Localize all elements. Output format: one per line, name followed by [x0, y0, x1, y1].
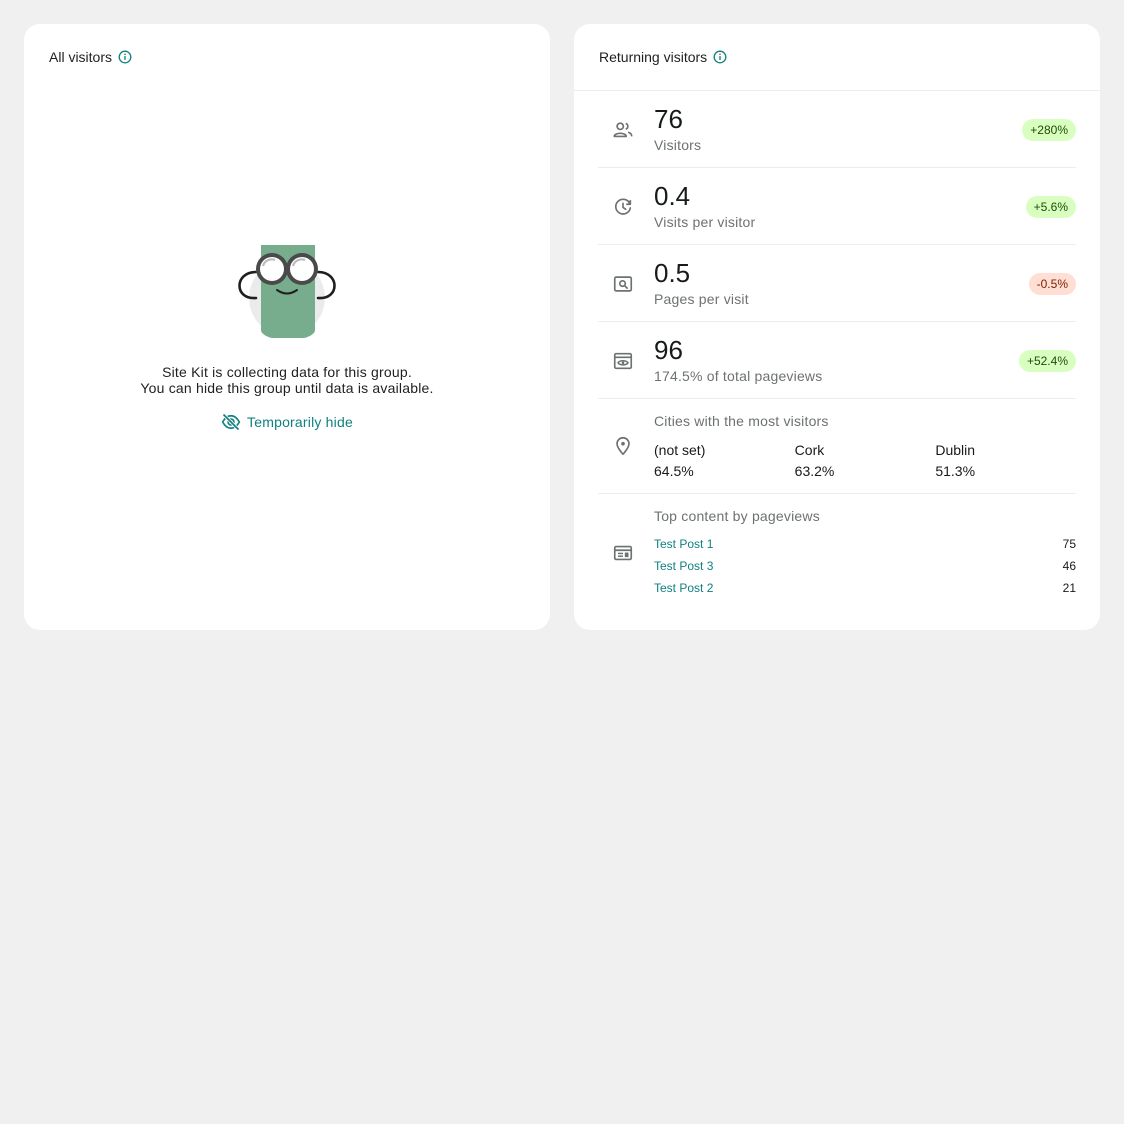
metric-label: Visitors — [654, 137, 702, 153]
empty-message-line1: Site Kit is collecting data for this gro… — [162, 364, 412, 380]
content-value: 21 — [1062, 581, 1076, 595]
article-icon — [613, 545, 633, 561]
card-title-text: Returning visitors — [599, 49, 708, 65]
top-content-section: Top content by pageviews Test Post 1 75 … — [598, 494, 1076, 604]
list-item: Test Post 1 75 — [654, 536, 1076, 558]
returning-visitors-card: Returning visitors 76 Visitors +280% 0.4… — [574, 24, 1100, 630]
change-badge: +280% — [1022, 119, 1076, 141]
metric-label: 174.5% of total pageviews — [654, 368, 823, 384]
temporarily-hide-label: Temporarily hide — [247, 414, 353, 430]
city-value: 63.2% — [794, 463, 835, 479]
empty-message: Site Kit is collecting data for this gro… — [24, 364, 550, 396]
eye-off-icon — [221, 413, 241, 431]
top-cities-section: Cities with the most visitors (not set) … — [598, 399, 1076, 494]
location-pin-icon — [616, 436, 630, 456]
metric-value: 0.5 — [654, 258, 691, 288]
card-title: All visitors — [49, 48, 132, 66]
content-link[interactable]: Test Post 2 — [654, 580, 713, 602]
eye-page-icon — [613, 352, 633, 370]
temporarily-hide-button[interactable]: Temporarily hide — [221, 412, 353, 432]
metric-pages-per-visit: 0.5 Pages per visit -0.5% — [598, 245, 1076, 322]
metric-list: 76 Visitors +280% 0.4 Visits per visitor… — [598, 91, 1076, 604]
info-icon[interactable] — [713, 50, 727, 64]
change-badge: +52.4% — [1018, 350, 1076, 372]
city-item: Dublin 51.3% — [935, 441, 1076, 480]
change-badge: +5.6% — [1025, 196, 1076, 218]
content-link[interactable]: Test Post 3 — [654, 558, 713, 580]
city-item: Cork 63.2% — [795, 441, 936, 480]
people-icon — [613, 122, 633, 138]
empty-state: Site Kit is collecting data for this gro… — [24, 242, 550, 437]
city-name: (not set) — [654, 442, 706, 458]
metric-label: Visits per visitor — [654, 214, 756, 230]
city-value: 51.3% — [935, 463, 976, 479]
binoculars-illustration — [238, 245, 336, 338]
cities-label: Cities with the most visitors — [654, 413, 829, 429]
all-visitors-card: All visitors Site Kit is collecting data… — [24, 24, 550, 630]
metric-value: 96 — [654, 335, 683, 365]
city-value: 64.5% — [654, 463, 694, 479]
page-search-icon — [613, 276, 633, 292]
list-item: Test Post 2 21 — [654, 580, 1076, 602]
content-link[interactable]: Test Post 1 — [654, 536, 713, 558]
city-name: Cork — [794, 442, 825, 458]
top-content-label: Top content by pageviews — [654, 508, 820, 524]
city-name: Dublin — [935, 442, 976, 458]
metric-visitors: 76 Visitors +280% — [598, 91, 1076, 168]
change-badge: -0.5% — [1028, 273, 1076, 295]
metric-pageviews: 96 174.5% of total pageviews +52.4% — [598, 322, 1076, 399]
clock-history-icon — [614, 198, 632, 215]
info-icon[interactable] — [118, 50, 132, 64]
metric-label: Pages per visit — [654, 291, 749, 307]
content-value: 75 — [1062, 537, 1076, 551]
card-title: Returning visitors — [599, 48, 727, 66]
content-value: 46 — [1062, 559, 1076, 573]
top-content-list: Test Post 1 75 Test Post 3 46 Test Post … — [654, 536, 1076, 602]
city-row: (not set) 64.5% Cork 63.2% Dublin 51.3% — [654, 441, 1076, 480]
city-item: (not set) 64.5% — [654, 441, 795, 480]
list-item: Test Post 3 46 — [654, 558, 1076, 580]
metric-value: 0.4 — [654, 181, 691, 211]
card-title-text: All visitors — [49, 49, 113, 65]
metric-visits-per-visitor: 0.4 Visits per visitor +5.6% — [598, 168, 1076, 245]
metric-value: 76 — [654, 104, 683, 134]
empty-message-line2: You can hide this group until data is av… — [140, 380, 434, 396]
